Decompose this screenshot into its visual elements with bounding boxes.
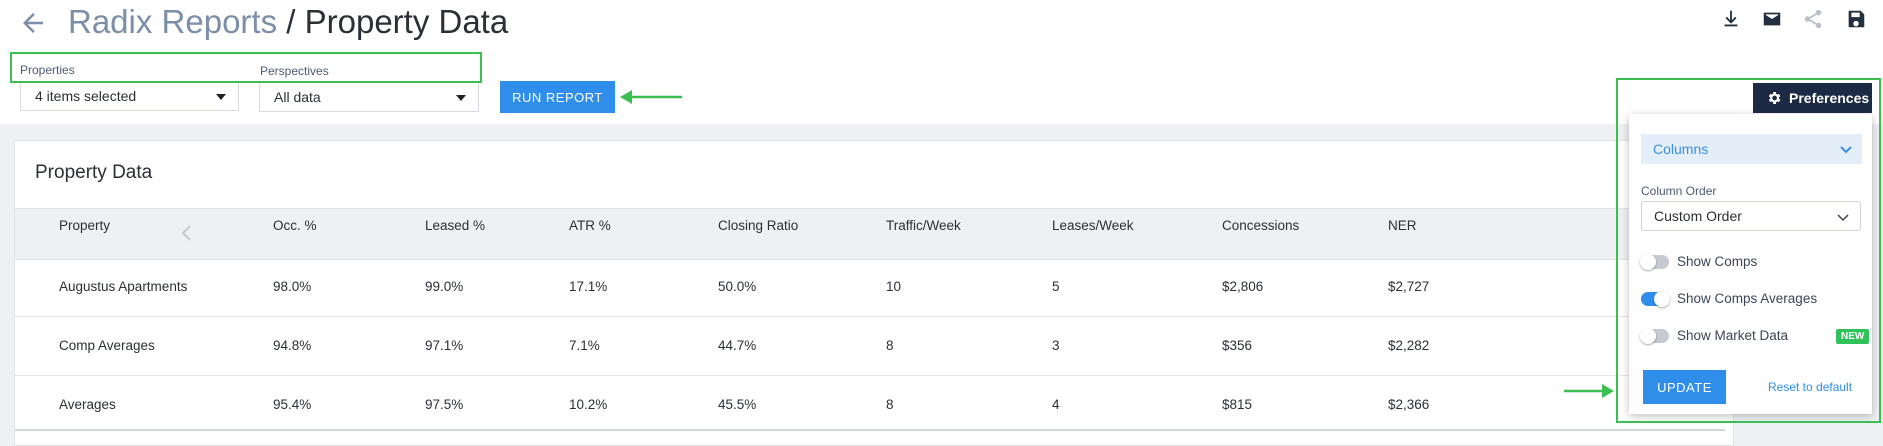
- perspectives-select[interactable]: All data: [259, 82, 479, 112]
- column-header-closing-ratio[interactable]: Closing Ratio: [718, 218, 798, 233]
- table-cell: $356: [1222, 338, 1253, 353]
- table-cell: 4: [1052, 397, 1060, 412]
- properties-select-value: 4 items selected: [35, 88, 137, 104]
- table-cell: $2,727: [1388, 279, 1430, 294]
- save-icon[interactable]: [1845, 8, 1867, 30]
- table-cell: 8: [886, 397, 894, 412]
- column-header-occ[interactable]: Occ. %: [273, 218, 317, 233]
- table-cell: $2,282: [1388, 338, 1430, 353]
- share-icon[interactable]: [1802, 8, 1824, 30]
- card-title: Property Data: [35, 162, 153, 183]
- caret-down-icon: [456, 95, 466, 101]
- column-header-concessions[interactable]: Concessions: [1222, 218, 1299, 233]
- table-cell: 94.8%: [273, 338, 312, 353]
- column-header-atr[interactable]: ATR %: [569, 218, 611, 233]
- table-cell: $2,806: [1222, 279, 1264, 294]
- table-cell: $2,366: [1388, 397, 1430, 412]
- table-cell: 97.1%: [425, 338, 464, 353]
- table-cell: 10: [886, 279, 902, 294]
- table-cell: 17.1%: [569, 279, 608, 294]
- breadcrumb-current: Property Data: [304, 3, 509, 40]
- properties-select[interactable]: 4 items selected: [20, 81, 239, 111]
- caret-down-icon: [216, 94, 226, 100]
- annotation-arrow-right-icon: [1564, 384, 1614, 398]
- table-header: [15, 208, 1725, 260]
- page-title: Radix Reports / Property Data: [68, 2, 508, 42]
- table-bottom-border: [15, 429, 1725, 431]
- table-cell: 3: [1052, 338, 1060, 353]
- row-divider: [15, 316, 1725, 317]
- table-cell: Averages: [59, 397, 116, 412]
- email-icon[interactable]: [1761, 8, 1783, 30]
- table-cell: 8: [886, 338, 894, 353]
- table-cell: 10.2%: [569, 397, 608, 412]
- run-report-button[interactable]: RUN REPORT: [500, 81, 615, 113]
- back-arrow-icon[interactable]: [18, 8, 48, 38]
- annotation-highlight-preferences: [1616, 78, 1881, 423]
- column-header-leases-week[interactable]: Leases/Week: [1052, 218, 1134, 233]
- breadcrumb-parent[interactable]: Radix Reports: [68, 3, 277, 40]
- column-header-ner[interactable]: NER: [1388, 218, 1417, 233]
- download-icon[interactable]: [1720, 8, 1742, 30]
- table-cell: 98.0%: [273, 279, 312, 294]
- table-cell: 95.4%: [273, 397, 312, 412]
- column-header-property[interactable]: Property: [59, 218, 110, 233]
- column-header-traffic-week[interactable]: Traffic/Week: [886, 218, 961, 233]
- table-cell: 44.7%: [718, 338, 757, 353]
- report-card: [14, 140, 1734, 446]
- table-cell: Comp Averages: [59, 338, 155, 353]
- table-cell: 50.0%: [718, 279, 757, 294]
- breadcrumb-separator: /: [286, 3, 296, 40]
- column-header-leased[interactable]: Leased %: [425, 218, 485, 233]
- table-cell: 99.0%: [425, 279, 464, 294]
- perspectives-select-value: All data: [274, 89, 321, 105]
- table-cell: 7.1%: [569, 338, 600, 353]
- row-divider: [15, 375, 1725, 376]
- annotation-highlight-filters: [10, 52, 482, 83]
- table-cell: 5: [1052, 279, 1060, 294]
- table-cell: 97.5%: [425, 397, 464, 412]
- annotation-arrow-left-icon: [620, 90, 682, 104]
- table-cell: Augustus Apartments: [59, 279, 188, 294]
- chevron-left-icon[interactable]: [180, 224, 194, 242]
- table-cell: 45.5%: [718, 397, 757, 412]
- table-cell: $815: [1222, 397, 1253, 412]
